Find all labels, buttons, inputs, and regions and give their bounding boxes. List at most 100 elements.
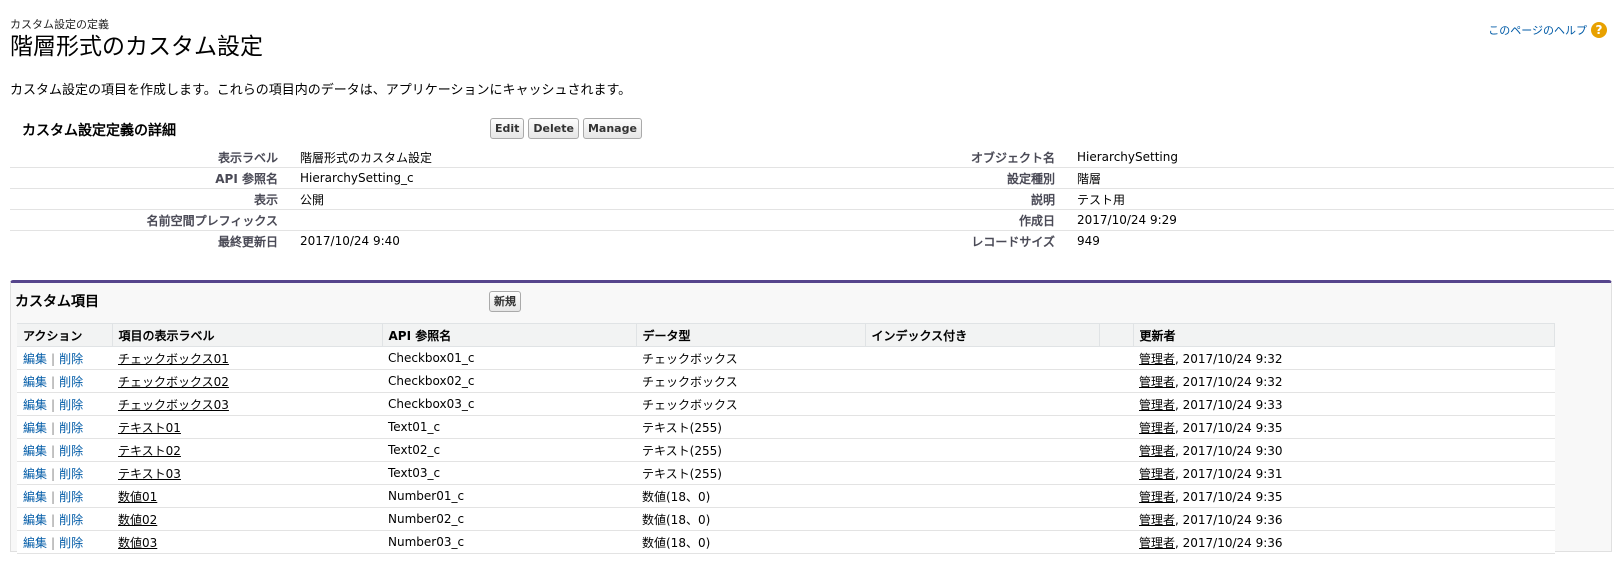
modified-by-cell: 管理者, 2017/10/24 9:30 [1133, 438, 1555, 462]
detail-value: 階層 [1077, 167, 1614, 189]
field-label-link[interactable]: チェックボックス03 [118, 398, 229, 412]
column-header[interactable]: インデックス付き [865, 323, 1100, 347]
table-row: 編集 | 削除 テキスト02 Text02_c テキスト(255) 管理者, 2017/10… [17, 438, 1555, 462]
action-separator: | [51, 397, 56, 412]
delete-link[interactable]: 削除 [59, 513, 83, 527]
api-name-cell: Number03_c [382, 530, 636, 554]
field-label-cell: テキスト02 [112, 438, 382, 462]
delete-link[interactable]: 削除 [59, 375, 83, 389]
field-label-cell: 数値03 [112, 530, 382, 554]
edit-link[interactable]: 編集 [23, 421, 47, 435]
delete-button[interactable]: Delete [528, 118, 579, 139]
detail-label: 最終更新日 [217, 234, 278, 249]
delete-link[interactable]: 削除 [59, 444, 83, 458]
delete-link[interactable]: 削除 [59, 490, 83, 504]
field-label-link[interactable]: 数値03 [118, 536, 157, 550]
delete-link[interactable]: 削除 [59, 398, 83, 412]
table-row: 編集 | 削除 数値01 Number01_c 数値(18、0) 管理者, 2017/10/… [17, 484, 1555, 508]
field-label-link[interactable]: 数値01 [118, 490, 157, 504]
modified-date: , 2017/10/24 9:36 [1175, 535, 1283, 550]
field-label-cell: テキスト01 [112, 415, 382, 439]
table-row: 編集 | 削除 チェックボックス02 Checkbox02_c チェックボックス 管理者, … [17, 369, 1555, 393]
edit-link[interactable]: 編集 [23, 352, 47, 366]
user-link[interactable]: 管理者 [1139, 513, 1175, 527]
modified-by-cell: 管理者, 2017/10/24 9:36 [1133, 530, 1555, 554]
column-header[interactable]: 項目の表示ラベル [112, 323, 383, 347]
spacer-cell [1099, 415, 1133, 439]
spacer-cell [1099, 369, 1133, 393]
detail-title: カスタム設定定義の詳細 [22, 123, 176, 139]
indexed-cell [865, 461, 1099, 485]
data-type-cell: チェックボックス [636, 369, 865, 393]
column-header[interactable]: 更新者 [1133, 323, 1555, 347]
edit-link[interactable]: 編集 [23, 444, 47, 458]
modified-by-cell: 管理者, 2017/10/24 9:35 [1133, 484, 1555, 508]
data-type-cell: テキスト(255) [636, 415, 865, 439]
indexed-cell [865, 369, 1099, 393]
user-link[interactable]: 管理者 [1139, 444, 1175, 458]
help-link[interactable]: このページのヘルプ [1488, 22, 1587, 38]
detail-row: 表示ラベル 階層形式のカスタム設定 オブジェクト名 HierarchySetting [10, 147, 1614, 168]
modified-date: , 2017/10/24 9:30 [1175, 443, 1283, 458]
user-link[interactable]: 管理者 [1139, 421, 1175, 435]
action-cell: 編集 | 削除 [17, 415, 112, 439]
user-link[interactable]: 管理者 [1139, 467, 1175, 481]
edit-link[interactable]: 編集 [23, 513, 47, 527]
edit-link[interactable]: 編集 [23, 490, 47, 504]
delete-link[interactable]: 削除 [59, 352, 83, 366]
api-name-cell: Text01_c [382, 415, 636, 439]
edit-link[interactable]: 編集 [23, 375, 47, 389]
detail-label: 作成日 [755, 209, 1077, 231]
detail-label: 表示ラベル [10, 147, 300, 168]
edit-button[interactable]: Edit [490, 118, 525, 139]
detail-row: API 参照名 HierarchySetting_c 設定種別 階層 [10, 167, 1614, 189]
action-cell: 編集 | 削除 [17, 346, 112, 370]
custom-fields-section: カスタム項目 新規 アクション 項目の表示ラベル API 参照名 データ型 インデックス… [10, 280, 1612, 554]
user-link[interactable]: 管理者 [1139, 398, 1175, 412]
edit-link[interactable]: 編集 [23, 467, 47, 481]
user-link[interactable]: 管理者 [1139, 536, 1175, 550]
field-label-link[interactable]: チェックボックス02 [118, 375, 229, 389]
detail-value: 2017/10/24 9:40 [300, 234, 400, 248]
data-type-cell: テキスト(255) [636, 461, 865, 485]
action-cell: 編集 | 削除 [17, 438, 112, 462]
indexed-cell [865, 392, 1099, 416]
new-button[interactable]: 新規 [489, 291, 521, 312]
spacer-cell [1099, 346, 1133, 370]
api-name-cell: Text02_c [382, 438, 636, 462]
delete-link[interactable]: 削除 [59, 467, 83, 481]
help-icon[interactable]: ? [1591, 22, 1607, 38]
action-cell: 編集 | 削除 [17, 507, 112, 531]
field-label-link[interactable]: テキスト02 [118, 444, 181, 458]
table-row: 編集 | 削除 数値03 Number03_c 数値(18、0) 管理者, 2017/10/… [17, 530, 1555, 554]
field-label-link[interactable]: テキスト01 [118, 421, 181, 435]
field-label-link[interactable]: テキスト03 [118, 467, 181, 481]
delete-link[interactable]: 削除 [59, 536, 83, 550]
detail-row: 表示 公開 説明 テスト用 [10, 188, 1614, 210]
user-link[interactable]: 管理者 [1139, 352, 1175, 366]
api-name-cell: Text03_c [382, 461, 636, 485]
detail-value: 949 [1077, 234, 1100, 248]
column-header[interactable]: データ型 [636, 323, 866, 347]
edit-link[interactable]: 編集 [23, 398, 47, 412]
detail-row: 名前空間プレフィックス 作成日 2017/10/24 9:29 [10, 209, 1614, 231]
field-label-link[interactable]: チェックボックス01 [118, 352, 229, 366]
delete-link[interactable]: 削除 [59, 421, 83, 435]
data-type-cell: 数値(18、0) [636, 507, 865, 531]
column-header[interactable] [1099, 323, 1134, 347]
action-separator: | [51, 535, 56, 550]
edit-link[interactable]: 編集 [23, 536, 47, 550]
table-row: 編集 | 削除 チェックボックス03 Checkbox03_c チェックボックス 管理者, … [17, 392, 1555, 416]
user-link[interactable]: 管理者 [1139, 375, 1175, 389]
user-link[interactable]: 管理者 [1139, 490, 1175, 504]
column-header[interactable]: アクション [17, 323, 113, 347]
indexed-cell [865, 507, 1099, 531]
field-label-cell: チェックボックス03 [112, 392, 382, 416]
fields-table: アクション 項目の表示ラベル API 参照名 データ型 インデックス付き 更新者 編集 | 削… [17, 323, 1555, 554]
column-header[interactable]: API 参照名 [382, 323, 637, 347]
api-name-cell: Checkbox03_c [382, 392, 636, 416]
manage-button[interactable]: Manage [582, 118, 642, 139]
field-label-link[interactable]: 数値02 [118, 513, 157, 527]
indexed-cell [865, 415, 1099, 439]
modified-by-cell: 管理者, 2017/10/24 9:32 [1133, 346, 1555, 370]
